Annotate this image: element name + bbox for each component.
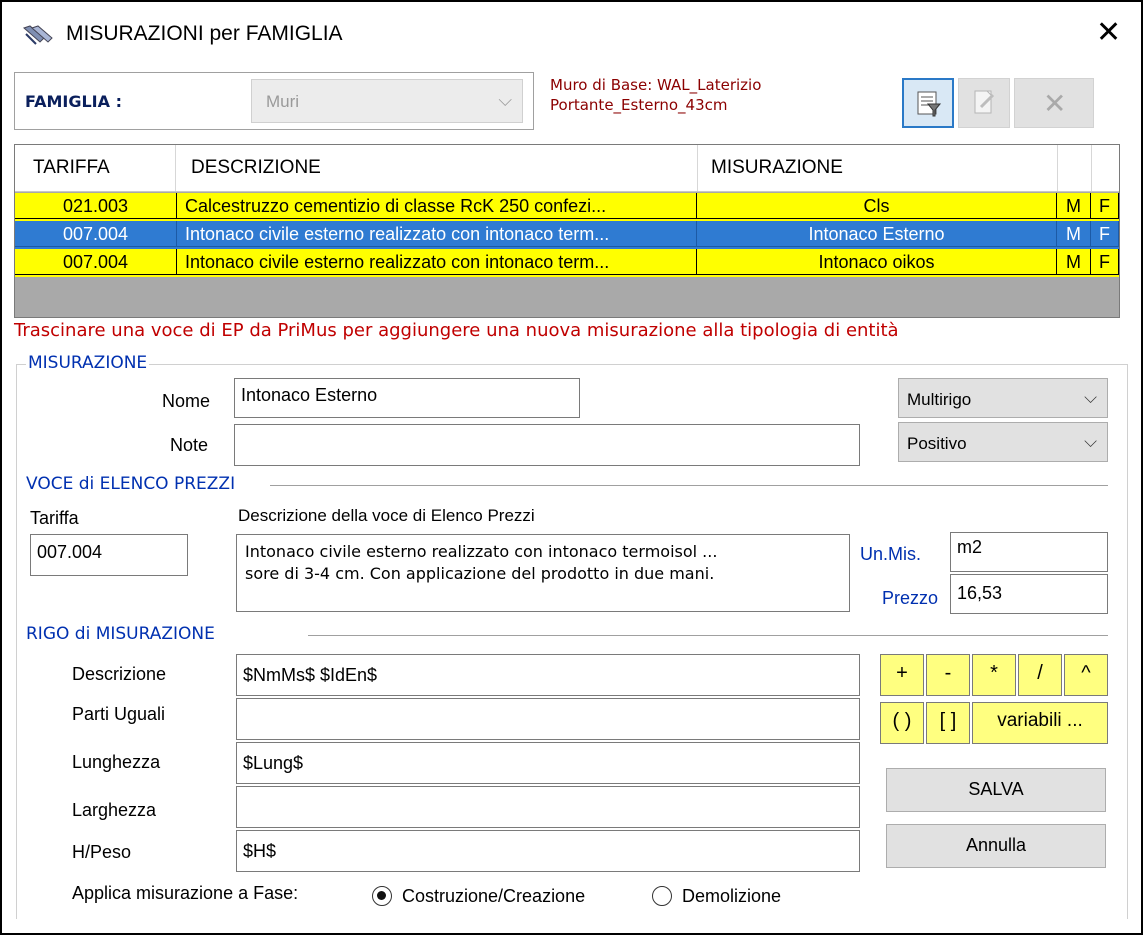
- variabili-button[interactable]: variabili ...: [972, 702, 1108, 744]
- cell-m: M: [1057, 193, 1091, 219]
- cell-misurazione: Intonaco oikos: [697, 249, 1057, 275]
- cell-tariffa: 007.004: [15, 249, 177, 275]
- section-divider: [270, 485, 1108, 486]
- col-descrizione[interactable]: DESCRIZIONE: [191, 157, 321, 179]
- larghezza-label: Larghezza: [72, 800, 157, 820]
- famiglia-value: Muri: [266, 92, 300, 111]
- lunghezza-input[interactable]: $Lung$: [236, 742, 860, 784]
- cell-descrizione: Calcestruzzo cementizio di classe RcK 25…: [177, 193, 697, 219]
- cell-f: F: [1091, 193, 1119, 219]
- cell-m: M: [1057, 221, 1091, 247]
- famiglia-label: FAMIGLIA :: [25, 92, 122, 111]
- fase-label: Applica misurazione a Fase:: [72, 883, 299, 903]
- nome-label: Nome: [162, 391, 211, 411]
- demolizione-label[interactable]: Demolizione: [682, 886, 781, 907]
- muro-info-line1: Muro di Base: WAL_Laterizio: [550, 76, 762, 94]
- chevron-down-icon: ⌵: [1084, 432, 1097, 451]
- tipo-value: Multirigo: [907, 390, 972, 409]
- multiply-operator-button[interactable]: *: [972, 654, 1016, 696]
- descrizione-voce-line1: Intonaco civile esterno realizzato con i…: [245, 542, 718, 561]
- radio-demolizione[interactable]: [652, 886, 672, 906]
- cell-misurazione: Cls: [697, 193, 1057, 219]
- cell-misurazione: Intonaco Esterno: [697, 221, 1057, 247]
- cell-tariffa: 007.004: [15, 221, 177, 247]
- grid-header: TARIFFA DESCRIZIONE MISURAZIONE: [15, 145, 1119, 192]
- radio-costruzione[interactable]: [372, 886, 392, 906]
- tariffa-label: Tariffa: [30, 508, 79, 528]
- title-bar: MISURAZIONI per FAMIGLIA ✕: [4, 4, 1139, 66]
- section-voce: VOCE di ELENCO PREZZI: [24, 474, 238, 494]
- power-operator-button[interactable]: ^: [1064, 654, 1108, 696]
- hpeso-label: H/Peso: [72, 842, 132, 862]
- document-edit-icon: [974, 90, 995, 114]
- prezzo-input[interactable]: 16,53: [950, 574, 1108, 614]
- descrizione-voce-text: Intonaco civile esterno realizzato con i…: [236, 534, 850, 612]
- descrizione-voce-line2: sore di 3-4 cm. Con applicazione del pro…: [245, 564, 715, 583]
- close-icon[interactable]: ✕: [1096, 18, 1121, 48]
- delete-button[interactable]: ✕: [1014, 78, 1094, 128]
- muro-info: Muro di Base: WAL_Laterizio Portante_Est…: [550, 75, 761, 115]
- nome-input[interactable]: Intonaco Esterno: [234, 378, 580, 418]
- edit-document-button[interactable]: [958, 78, 1010, 128]
- salva-button[interactable]: SALVA: [886, 768, 1106, 812]
- parti-uguali-input[interactable]: [236, 698, 860, 740]
- descrizione-rigo-input[interactable]: $NmMs$ $IdEn$: [236, 654, 860, 696]
- unmis-label: Un.Mis.: [860, 544, 922, 564]
- dialog-window: MISURAZIONI per FAMIGLIA ✕ FAMIGLIA : Mu…: [0, 0, 1143, 935]
- descrizione-voce-label: Descrizione della voce di Elenco Prezzi: [238, 506, 535, 525]
- filter-button[interactable]: [902, 78, 954, 128]
- segno-value: Positivo: [907, 434, 967, 453]
- cell-f: F: [1091, 249, 1119, 275]
- chevron-down-icon: ⌵: [498, 90, 512, 110]
- brackets-button[interactable]: [ ]: [926, 702, 970, 744]
- col-tariffa[interactable]: TARIFFA: [33, 157, 110, 179]
- note-label: Note: [170, 435, 209, 455]
- misurazioni-grid: TARIFFA DESCRIZIONE MISURAZIONE 021.003 …: [14, 144, 1120, 318]
- famiglia-panel: FAMIGLIA : Muri ⌵: [14, 72, 534, 130]
- drag-hint: Trascinare una voce di EP da PriMus per …: [14, 320, 899, 341]
- cell-f: F: [1091, 221, 1119, 247]
- segno-select[interactable]: Positivo ⌵: [898, 422, 1108, 462]
- unmis-input[interactable]: m2: [950, 532, 1108, 572]
- annulla-button[interactable]: Annulla: [886, 824, 1106, 868]
- section-misurazione: MISURAZIONE: [26, 353, 150, 373]
- tipo-select[interactable]: Multirigo ⌵: [898, 378, 1108, 418]
- hpeso-input[interactable]: $H$: [236, 830, 860, 872]
- filter-list-icon: [917, 91, 942, 117]
- table-row[interactable]: 007.004 Intonaco civile esterno realizza…: [15, 249, 1119, 277]
- larghezza-input[interactable]: [236, 786, 860, 828]
- minus-operator-button[interactable]: -: [926, 654, 970, 696]
- famiglia-select[interactable]: Muri ⌵: [251, 79, 523, 123]
- note-input[interactable]: [234, 424, 860, 466]
- cell-m: M: [1057, 249, 1091, 275]
- cell-descrizione: Intonaco civile esterno realizzato con i…: [177, 249, 697, 275]
- table-row-selected[interactable]: 007.004 Intonaco civile esterno realizza…: [15, 221, 1119, 249]
- delete-x-icon: ✕: [1043, 88, 1067, 119]
- cell-tariffa: 021.003: [15, 193, 177, 219]
- cell-descrizione: Intonaco civile esterno realizzato con i…: [177, 221, 697, 247]
- plus-operator-button[interactable]: +: [880, 654, 924, 696]
- lunghezza-label: Lunghezza: [72, 752, 161, 772]
- muro-info-line2: Portante_Esterno_43cm: [550, 96, 728, 114]
- divide-operator-button[interactable]: /: [1018, 654, 1062, 696]
- window-title: MISURAZIONI per FAMIGLIA: [66, 22, 343, 45]
- costruzione-label[interactable]: Costruzione/Creazione: [402, 886, 585, 907]
- chevron-down-icon: ⌵: [1084, 388, 1097, 407]
- measure-app-icon: [23, 25, 53, 45]
- col-misurazione[interactable]: MISURAZIONE: [711, 157, 843, 179]
- section-rigo: RIGO di MISURAZIONE: [24, 624, 217, 644]
- descrizione-rigo-label: Descrizione: [72, 664, 167, 684]
- section-divider: [308, 635, 1108, 636]
- table-row[interactable]: 021.003 Calcestruzzo cementizio di class…: [15, 193, 1119, 221]
- prezzo-label: Prezzo: [882, 588, 939, 608]
- parentheses-button[interactable]: ( ): [880, 702, 924, 744]
- tariffa-input[interactable]: 007.004: [30, 534, 188, 576]
- parti-uguali-label: Parti Uguali: [72, 704, 166, 724]
